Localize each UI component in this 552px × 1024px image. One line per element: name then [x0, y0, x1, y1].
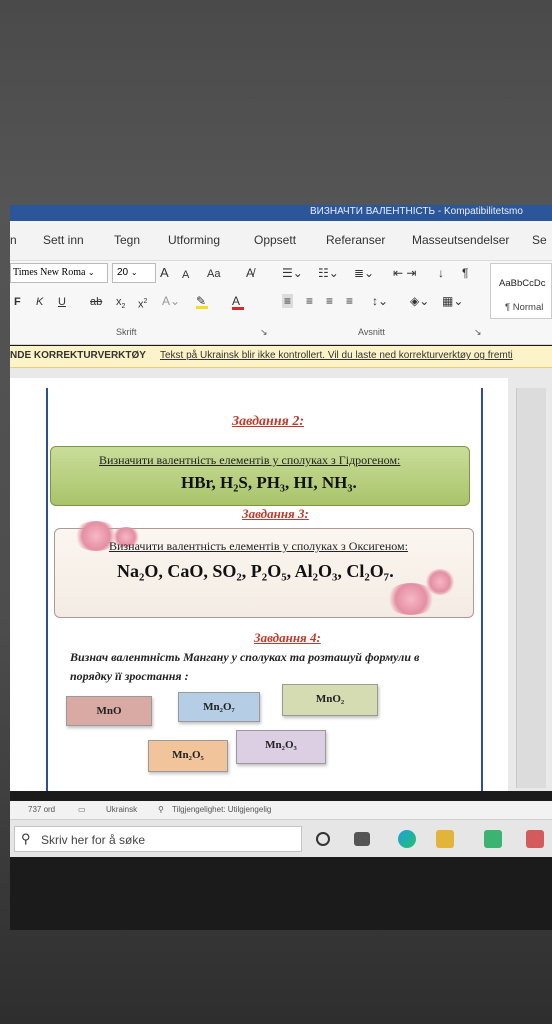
subscript-button[interactable]: x2: [116, 295, 125, 314]
tab-view[interactable]: Se: [532, 233, 547, 247]
group-paragraph-label: Avsnitt: [358, 327, 385, 337]
align-left-icon[interactable]: ≡: [282, 294, 294, 308]
message-label: NDE KORREKTURVERKTØY: [10, 350, 146, 361]
change-case-button[interactable]: Aa: [207, 267, 220, 281]
font-name-box[interactable]: Times New Roma ⌄: [10, 263, 108, 283]
window-title: ВИЗНАЧТИ ВАЛЕНТНІСТЬ - Kompatibilitetsmo: [310, 206, 523, 217]
monitor-screen: ВИЗНАЧТИ ВАЛЕНТНІСТЬ - Kompatibilitetsmo…: [10, 205, 552, 930]
superscript-button[interactable]: x2: [138, 295, 147, 312]
windows-taskbar: ⚲ Skriv her for å søke: [10, 819, 552, 857]
document-page[interactable]: Завдання 2: Визначити валентність елемен…: [10, 378, 508, 791]
language-indicator[interactable]: Ukrainsk: [106, 805, 137, 814]
style-preview[interactable]: AaBbCcDc: [499, 278, 545, 289]
align-center-icon[interactable]: ≡: [306, 294, 313, 308]
taskbar-search[interactable]: ⚲ Skriv her for å søke: [14, 826, 302, 852]
align-right-icon[interactable]: ≡: [326, 294, 333, 308]
tab-references[interactable]: Referanser: [326, 233, 385, 247]
strikethrough-button[interactable]: ab: [90, 295, 102, 309]
ribbon-tabs: n Sett inn Tegn Utforming Oppsett Refera…: [10, 221, 552, 261]
tab-design[interactable]: Utforming: [168, 233, 220, 247]
formula-box-mn2o5[interactable]: Mn₂O₅: [148, 740, 228, 772]
style-normal[interactable]: ¶ Normal: [505, 302, 543, 313]
accessibility-status[interactable]: Tilgjengelighet: Utilgjengelig: [172, 805, 271, 814]
tab-file[interactable]: n: [10, 233, 17, 247]
store-icon[interactable]: [484, 830, 502, 848]
accessibility-icon: ⚲: [158, 805, 164, 814]
tab-mailings[interactable]: Masseutsendelser: [412, 233, 509, 247]
task2-scroll-banner: Визначити валентність елементів у сполук…: [50, 446, 470, 506]
task3-scroll-banner: Визначити валентність елементів у сполук…: [54, 521, 474, 618]
task3-formulas: Na₂O, CaO, SO₂, P₂O₅, Al₂O₃, Cl₂O₇.: [117, 561, 394, 581]
proofing-icon[interactable]: ▭: [78, 805, 86, 814]
formula-box-mno2[interactable]: MnO₂: [282, 684, 378, 716]
flower-decoration: [425, 569, 455, 595]
search-icon: ⚲: [21, 831, 31, 846]
text-effects-icon[interactable]: A⌄: [162, 294, 180, 308]
edge-browser-icon[interactable]: [398, 830, 416, 848]
formula-box-mn2o7[interactable]: Mn₂O₇: [178, 692, 260, 722]
font-dialog-launcher-icon[interactable]: ↘: [260, 327, 268, 338]
line-spacing-icon[interactable]: ↕⌄: [372, 294, 388, 308]
task3-instruction: Визначити валентність елементів у сполук…: [109, 539, 408, 553]
page-border-left: [46, 388, 48, 791]
font-color-icon[interactable]: A: [232, 294, 244, 310]
task4-instruction: Визнач валентність Мангану у сполуках та…: [70, 650, 420, 683]
shrink-font-button[interactable]: A: [182, 268, 189, 282]
borders-icon[interactable]: ▦⌄: [442, 294, 463, 308]
group-font-label: Skrift: [116, 327, 137, 337]
navigation-pane: [516, 388, 546, 788]
bold-button[interactable]: F: [14, 295, 21, 309]
shading-icon[interactable]: ◈⌄: [410, 294, 429, 308]
cortana-icon[interactable]: [316, 832, 330, 846]
tab-draw[interactable]: Tegn: [114, 233, 140, 247]
indent-icons[interactable]: ⇤ ⇥: [393, 266, 416, 280]
ribbon: Times New Roma ⌄ 20 ⌄ A A Aa A̸ ☰⌄ ☷⌄ ≣⌄…: [10, 261, 552, 345]
numbering-icon[interactable]: ☷⌄: [318, 266, 339, 280]
search-placeholder: Skriv her for å søke: [41, 833, 146, 847]
message-link[interactable]: Tekst på Ukrainsk blir ikke kontrollert.…: [160, 350, 513, 361]
file-explorer-icon[interactable]: [436, 830, 454, 848]
proofing-message-bar: NDE KORREKTURVERKTØY Tekst på Ukrainsk b…: [10, 346, 552, 368]
formula-box-mno[interactable]: MnO: [66, 696, 152, 726]
status-bar: 737 ord ▭ Ukrainsk ⚲ Tilgjengelighet: Ut…: [10, 801, 552, 819]
highlight-icon[interactable]: ✎: [196, 294, 208, 309]
document-area: Завдання 2: Визначити валентність елемен…: [10, 368, 552, 791]
grow-font-button[interactable]: A: [160, 266, 169, 280]
task2-formulas: HBr, H₂S, PH₃, HI, NH₃.: [181, 473, 357, 492]
word-count[interactable]: 737 ord: [28, 805, 55, 814]
pilcrow-icon[interactable]: ¶: [462, 266, 468, 280]
task2-instruction: Визначити валентність елементів у сполук…: [99, 453, 401, 467]
task-view-icon[interactable]: [354, 832, 370, 846]
task3-heading: Завдання 3:: [242, 506, 309, 521]
justify-icon[interactable]: ≡: [346, 294, 353, 308]
underline-button[interactable]: U: [58, 295, 66, 309]
task2-heading: Завдання 2:: [232, 414, 304, 429]
title-bar: ВИЗНАЧТИ ВАЛЕНТНІСТЬ - Kompatibilitetsmo: [10, 205, 552, 221]
paragraph-dialog-launcher-icon[interactable]: ↘: [474, 327, 482, 338]
page-border-right: [481, 388, 483, 791]
clear-formatting-icon[interactable]: A̸: [246, 266, 254, 280]
app-icon[interactable]: [526, 830, 544, 848]
tab-layout[interactable]: Oppsett: [254, 233, 296, 247]
formula-box-mn2o3[interactable]: Mn₂O₃: [236, 730, 326, 764]
bullets-icon[interactable]: ☰⌄: [282, 266, 303, 280]
tab-insert[interactable]: Sett inn: [43, 233, 84, 247]
italic-button[interactable]: K: [36, 295, 43, 309]
multilevel-list-icon[interactable]: ≣⌄: [354, 266, 374, 280]
task4-heading: Завдання 4:: [254, 630, 321, 645]
styles-gallery[interactable]: AaBbCcDc ¶ Normal: [490, 263, 552, 319]
font-size-box[interactable]: 20 ⌄: [112, 263, 156, 283]
sort-icon[interactable]: ↓: [438, 266, 444, 280]
